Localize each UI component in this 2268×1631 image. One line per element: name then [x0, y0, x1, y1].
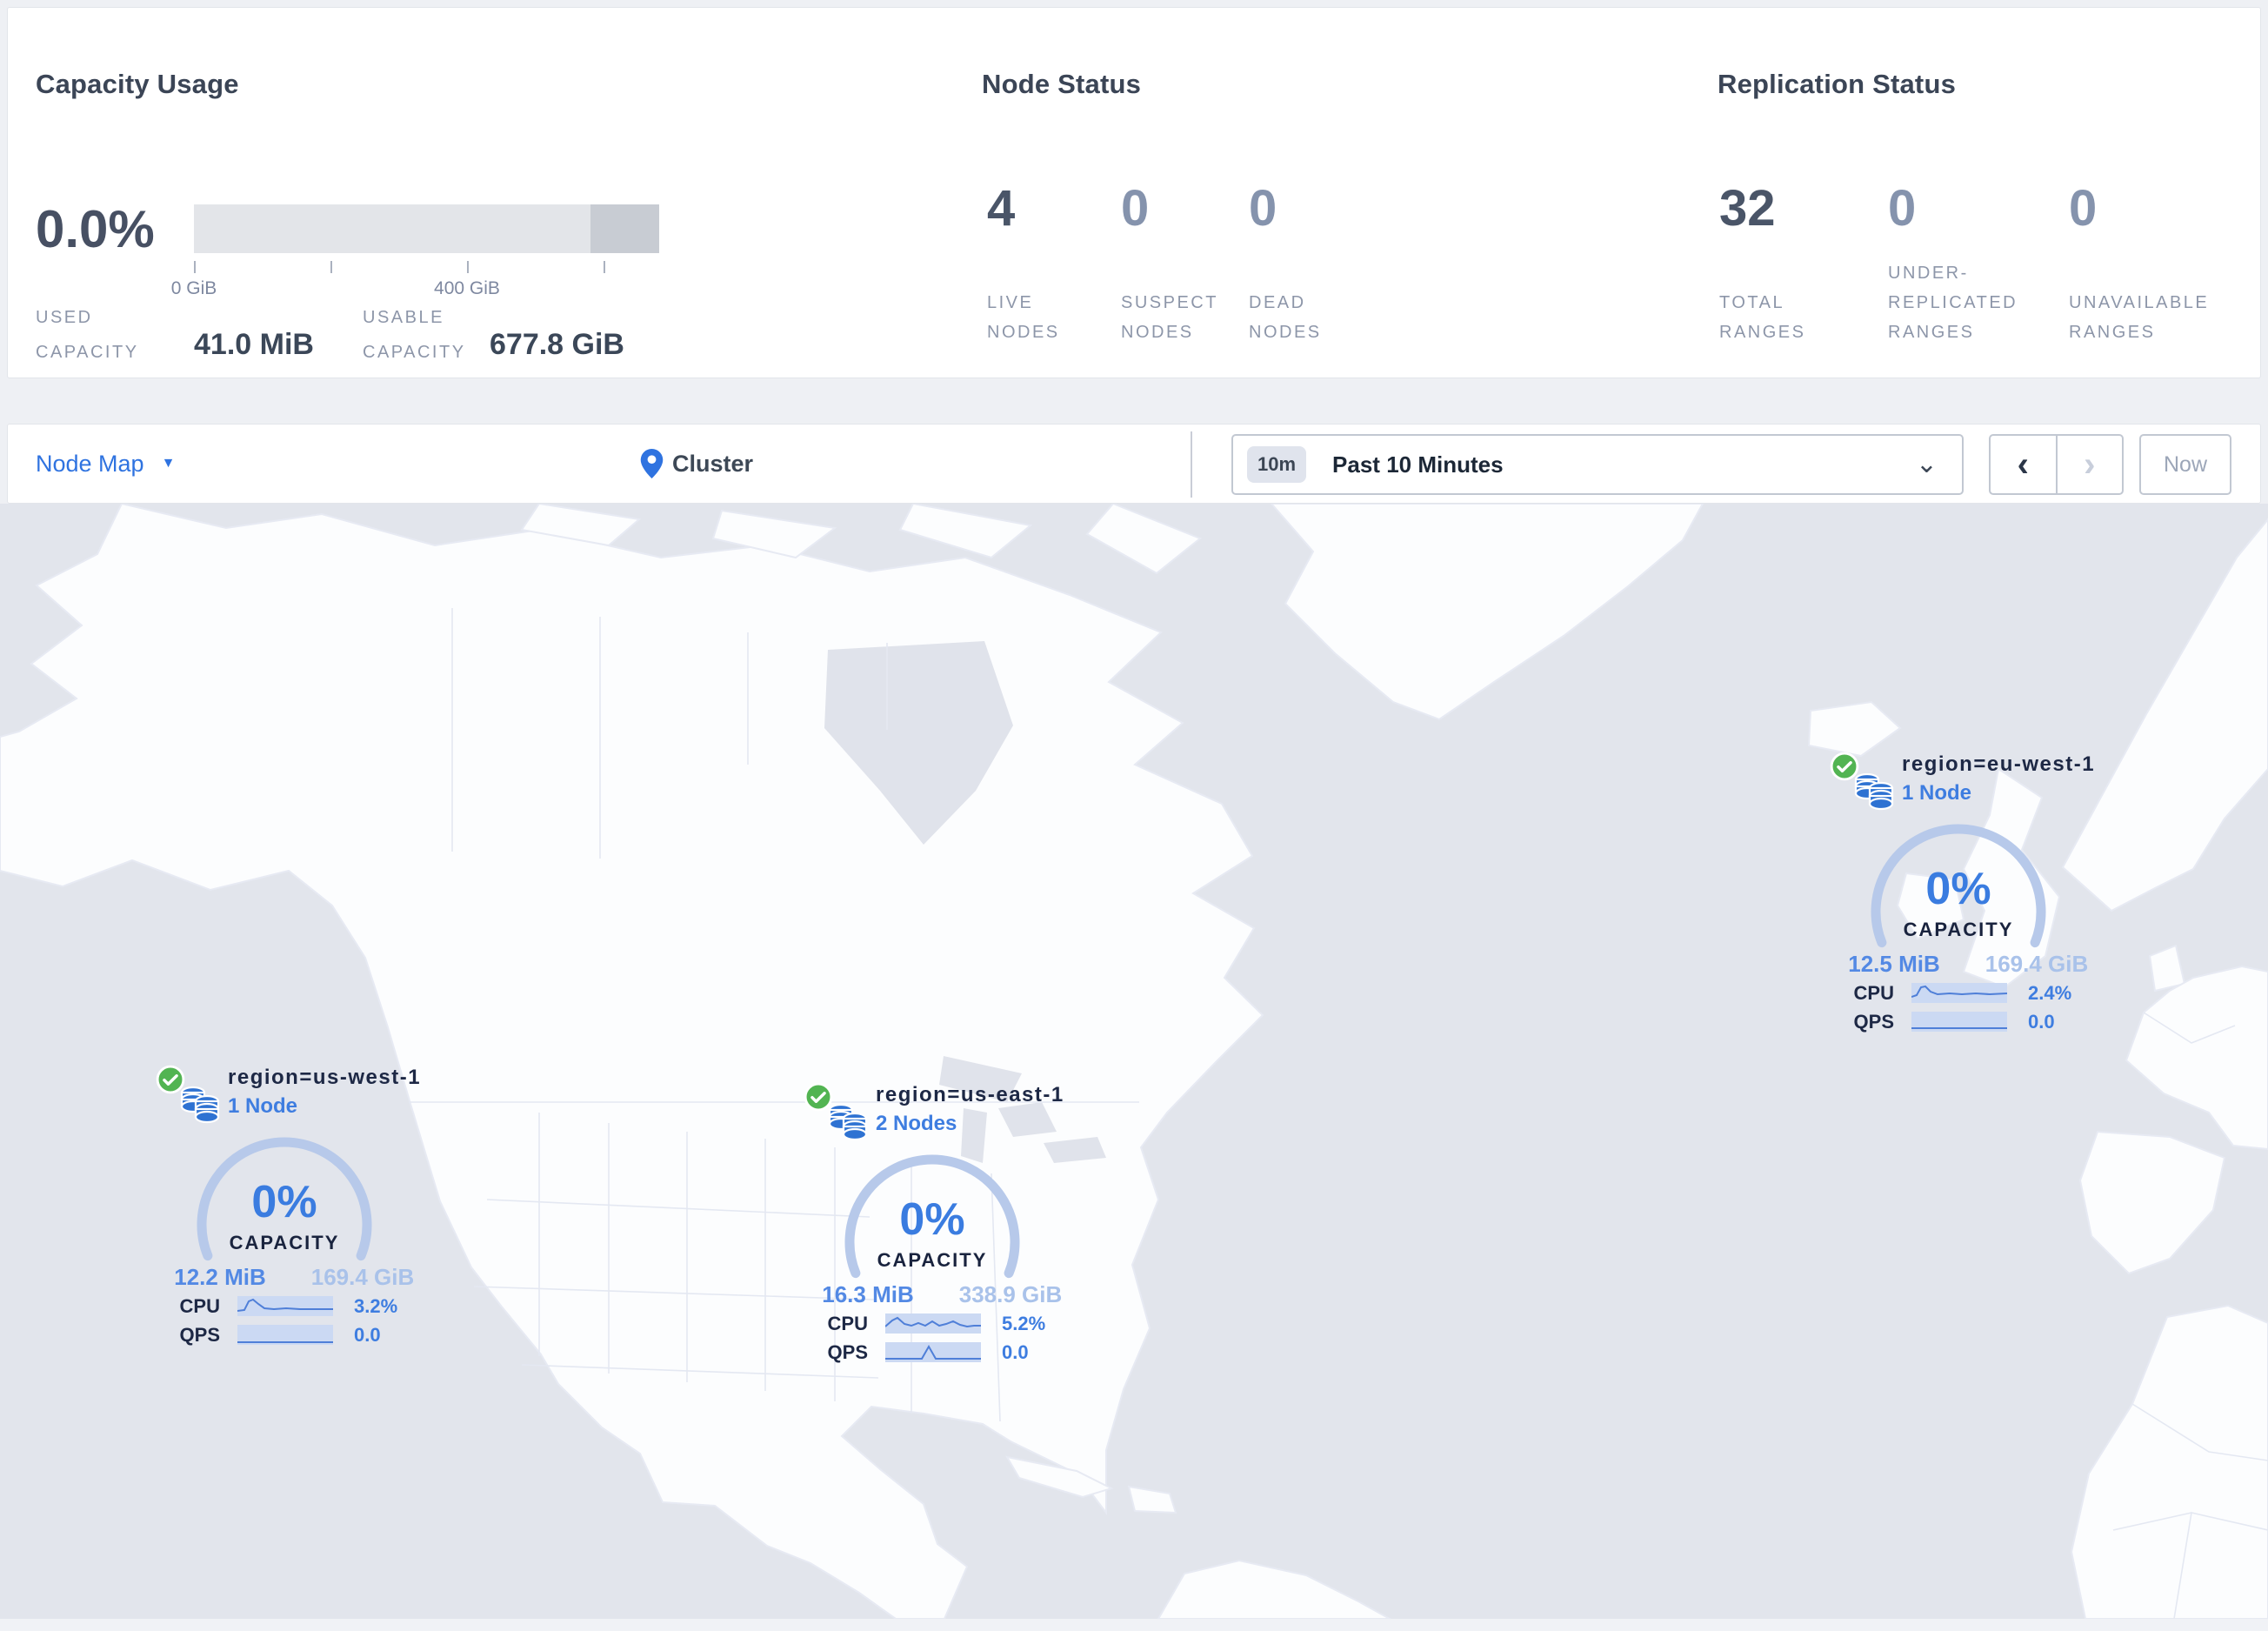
- replication-status-title: Replication Status: [1718, 69, 1957, 99]
- under-replicated-ranges-label: UNDER- REPLICATED RANGES: [1888, 264, 2018, 342]
- time-step-buttons: ‹ ›: [1989, 434, 2124, 495]
- dead-nodes-count: 0: [1249, 180, 1277, 237]
- database-stack-icon: [828, 1103, 868, 1141]
- live-nodes-count: 4: [987, 180, 1016, 237]
- cpu-sparkline: [885, 1313, 981, 1334]
- capacity-total-value: 169.4 GiB: [310, 1264, 415, 1290]
- suspect-nodes-count: 0: [1121, 180, 1150, 237]
- capacity-used-value: 16.3 MiB: [822, 1281, 914, 1307]
- region-label: region=us-east-1: [876, 1083, 1064, 1106]
- capacity-label: CAPACITY: [1903, 919, 2014, 940]
- cpu-sparkline: [1911, 983, 2007, 1003]
- total-ranges-label: TOTAL RANGES: [1719, 293, 1806, 342]
- cpu-sparkline: [237, 1296, 333, 1316]
- capacity-usage-bar: [194, 204, 659, 253]
- time-range-value: Past 10 Minutes: [1332, 451, 1504, 478]
- location-pin-icon: [640, 449, 664, 478]
- map-toolbar: Node Map ▼ Cluster 10m Past 10 Minutes ⌄…: [7, 424, 2261, 504]
- qps-label: QPS: [1853, 1011, 1894, 1033]
- chevron-down-icon: ⌄: [1915, 450, 1938, 478]
- now-button[interactable]: Now: [2139, 434, 2231, 495]
- usable-capacity-label: USABLE CAPACITY: [363, 308, 466, 362]
- used-capacity-value: 41.0 MiB: [194, 328, 314, 361]
- cpu-value: 2.4%: [2028, 982, 2072, 1004]
- qps-label: QPS: [827, 1341, 868, 1363]
- suspect-nodes-label: SUSPECT NODES: [1121, 293, 1218, 342]
- region-label: region=eu-west-1: [1902, 752, 2096, 776]
- capacity-bar-reserved-segment: [590, 204, 659, 253]
- toolbar-divider: [1191, 431, 1192, 498]
- axis-tick: [330, 261, 332, 273]
- node-count-link[interactable]: 1 Node: [228, 1094, 297, 1119]
- qps-label: QPS: [179, 1324, 220, 1346]
- capacity-used-value: 12.2 MiB: [174, 1264, 266, 1290]
- database-stack-icon: [1854, 772, 1894, 811]
- capacity-usage-title: Capacity Usage: [36, 69, 239, 99]
- qps-sparkline: [885, 1342, 981, 1362]
- axis-tick: [467, 261, 469, 273]
- capacity-used-percent: 0.0%: [36, 200, 155, 258]
- used-capacity-label: USED CAPACITY: [36, 308, 139, 362]
- usable-capacity-value: 677.8 GiB: [490, 328, 624, 361]
- capacity-label: CAPACITY: [229, 1232, 340, 1253]
- total-ranges-count: 32: [1719, 180, 1776, 237]
- view-selector-label: Node Map: [36, 450, 144, 477]
- capacity-label: CAPACITY: [877, 1249, 988, 1271]
- region-marker-us-east-1[interactable]: region=us-east-1 2 Nodes 0% CAPACITY 16.…: [793, 1042, 1080, 1373]
- axis-tick: [194, 261, 196, 273]
- region-marker-us-west-1[interactable]: region=us-west-1 1 Node 0% CAPACITY 12.2…: [145, 1025, 432, 1355]
- capacity-used-value: 12.5 MiB: [1848, 951, 1940, 977]
- qps-value: 0.0: [1002, 1341, 1029, 1363]
- axis-tick: [604, 261, 605, 273]
- dead-nodes-label: DEAD NODES: [1249, 293, 1322, 342]
- unavailable-ranges-label: UNAVAILABLE RANGES: [2069, 293, 2210, 342]
- axis-tick-label: 400 GiB: [434, 278, 500, 298]
- cpu-label: CPU: [1853, 982, 1894, 1004]
- qps-value: 0.0: [354, 1324, 381, 1346]
- capacity-percent: 0%: [251, 1177, 317, 1227]
- qps-value: 0.0: [2028, 1011, 2055, 1033]
- breadcrumb-label: Cluster: [672, 450, 754, 477]
- cpu-value: 5.2%: [1002, 1313, 1046, 1334]
- region-marker-eu-west-1[interactable]: region=eu-west-1 1 Node 0% CAPACITY 12.5…: [1819, 712, 2106, 1042]
- node-count-link[interactable]: 1 Node: [1902, 781, 1971, 805]
- capacity-total-value: 169.4 GiB: [1984, 951, 2089, 977]
- qps-sparkline: [1911, 1012, 2007, 1032]
- next-time-button[interactable]: ›: [2058, 436, 2123, 493]
- cpu-value: 3.2%: [354, 1295, 398, 1317]
- capacity-percent: 0%: [899, 1194, 965, 1245]
- qps-sparkline: [237, 1325, 333, 1345]
- cpu-label: CPU: [827, 1313, 868, 1334]
- caret-down-icon: ▼: [161, 456, 176, 471]
- unavailable-ranges-count: 0: [2069, 180, 2098, 237]
- node-map: region=us-west-1 1 Node 0% CAPACITY 12.2…: [0, 504, 2268, 1619]
- cpu-label: CPU: [179, 1295, 220, 1317]
- view-selector-dropdown[interactable]: Node Map ▼: [36, 424, 175, 503]
- cluster-summary-panel: Capacity Usage 0.0% 0 GiB 400 GiB USED C…: [7, 7, 2261, 378]
- time-range-select[interactable]: 10m Past 10 Minutes ⌄: [1231, 434, 1964, 495]
- capacity-percent: 0%: [1925, 864, 1991, 914]
- prev-time-button[interactable]: ‹: [1991, 436, 2058, 493]
- axis-tick-label: 0 GiB: [170, 278, 217, 298]
- node-status-title: Node Status: [982, 69, 1142, 99]
- time-range-badge: 10m: [1247, 446, 1307, 483]
- breadcrumb[interactable]: Cluster: [640, 424, 753, 503]
- under-replicated-ranges-count: 0: [1888, 180, 1917, 237]
- capacity-total-value: 338.9 GiB: [958, 1281, 1063, 1307]
- node-count-link[interactable]: 2 Nodes: [876, 1112, 957, 1136]
- database-stack-icon: [180, 1086, 220, 1124]
- page-bottom-strip: [0, 1619, 2268, 1631]
- live-nodes-label: LIVE NODES: [987, 293, 1060, 342]
- region-label: region=us-west-1: [228, 1066, 422, 1089]
